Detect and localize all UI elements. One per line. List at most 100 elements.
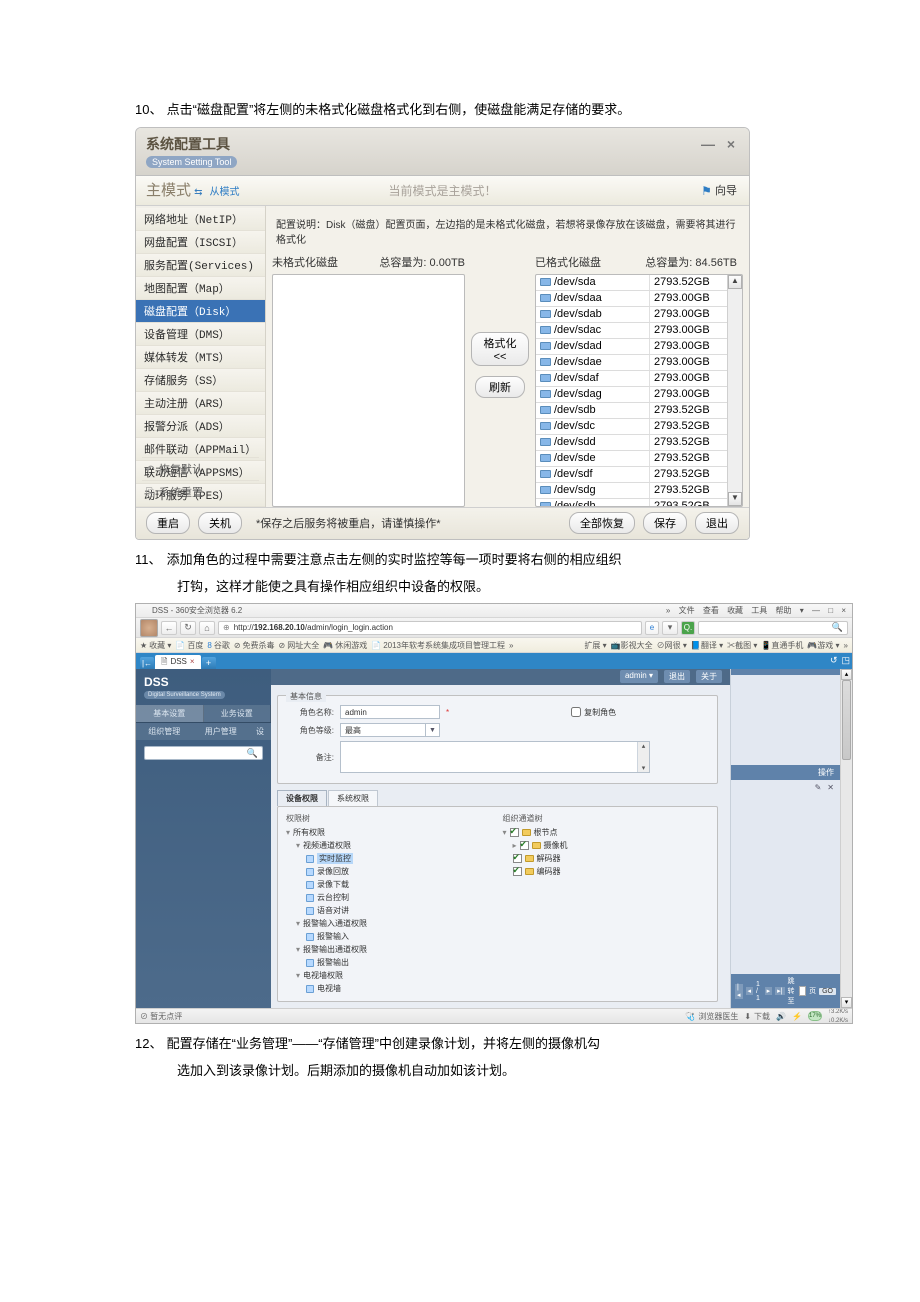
disk-row[interactable]: /dev/sde2793.52GB xyxy=(536,451,727,467)
left-sub-user[interactable]: 用户管理 xyxy=(193,723,250,740)
org-enc-checkbox[interactable] xyxy=(513,867,522,876)
exit-button[interactable]: 退出 xyxy=(695,512,739,534)
left-tab-biz[interactable]: 业务设置 xyxy=(204,705,272,722)
bm-av[interactable]: ⊘免费杀毒 xyxy=(234,640,275,651)
format-button[interactable]: 格式化<< xyxy=(471,332,529,366)
bm-proj[interactable]: 📄2013年软考系统集成项目管理工程 xyxy=(371,640,505,651)
scroll-down-button[interactable]: ▼ xyxy=(728,492,742,506)
disk-row[interactable]: /dev/sda2793.52GB xyxy=(536,275,727,291)
pager-input[interactable] xyxy=(799,986,806,996)
formatted-disk-list[interactable]: /dev/sda2793.52GB/dev/sdaa2793.00GB/dev/… xyxy=(535,274,743,507)
refresh-button[interactable]: 刷新 xyxy=(475,376,525,398)
sidebar-item-7[interactable]: 存储服务（SS） xyxy=(136,369,265,392)
copy-role-checkbox[interactable]: 复制角色 xyxy=(571,707,616,718)
bm-urls[interactable]: ⊘网址大全 xyxy=(279,640,320,651)
perm-tree[interactable]: ▾所有权限 ▾视频通道权限 实时监控 录像回放 录像下载 云台控制 语音对讲 ▾… xyxy=(286,826,493,995)
role-name-input[interactable]: admin xyxy=(340,705,440,719)
sidebar-item-2[interactable]: 服务配置(Services) xyxy=(136,254,265,277)
tab-restore-icon[interactable]: ↺ xyxy=(830,655,838,666)
status-accel-icon[interactable]: ⚡ xyxy=(792,1012,802,1021)
sidebar-item-4[interactable]: 磁盘配置（Disk） xyxy=(136,300,265,323)
pager-last[interactable]: ▸| xyxy=(775,987,784,995)
browser-tab-dss[interactable]: 🗎 DSS × xyxy=(155,655,201,669)
restore-all-button[interactable]: 全部恢复 xyxy=(569,512,635,534)
org-cam-checkbox[interactable] xyxy=(520,841,529,850)
menu-fav[interactable]: 收藏 xyxy=(727,606,743,615)
window-close-button[interactable]: × xyxy=(727,136,735,152)
disk-row[interactable]: /dev/sdg2793.52GB xyxy=(536,483,727,499)
save-button[interactable]: 保存 xyxy=(643,512,687,534)
reboot-button[interactable]: 重启 xyxy=(146,512,190,534)
disk-row[interactable]: /dev/sdag2793.00GB xyxy=(536,387,727,403)
bm-mov[interactable]: 📺影视大全 xyxy=(611,640,653,651)
bm-google[interactable]: 8谷歌 xyxy=(207,640,229,651)
pager-next[interactable]: ▸ xyxy=(765,987,773,995)
status-cpu-pct[interactable]: 17% xyxy=(808,1011,822,1021)
role-level-select[interactable]: 最高 ▼ xyxy=(340,723,440,737)
tab-add-button[interactable]: + xyxy=(202,657,216,669)
perm-live-item[interactable]: 实时监控 xyxy=(317,853,353,864)
disk-row[interactable]: /dev/sdh2793.52GB xyxy=(536,499,727,507)
disk-row[interactable]: /dev/sdd2793.52GB xyxy=(536,435,727,451)
restore-default-link[interactable]: ↶恢复默认 xyxy=(142,457,259,480)
top-admin-chip[interactable]: admin ▾ xyxy=(620,670,658,683)
ta-down-icon[interactable]: ▾ xyxy=(638,764,649,772)
disk-row[interactable]: /dev/sdab2793.00GB xyxy=(536,307,727,323)
org-dec-checkbox[interactable] xyxy=(513,854,522,863)
bm-mobile[interactable]: 📱直通手机 xyxy=(761,640,803,651)
bm-tr[interactable]: 📘翻译 ▾ xyxy=(691,640,723,651)
bm-games[interactable]: 🎮休闲游戏 xyxy=(323,640,367,651)
menu-more[interactable]: ▾ xyxy=(800,606,804,615)
status-download[interactable]: ⬇下载 xyxy=(744,1011,770,1022)
menu-max[interactable]: □ xyxy=(828,606,833,615)
disk-list-scrollbar[interactable]: ▲ ▼ xyxy=(727,275,742,506)
system-reset-link[interactable]: ⎘系统重置 xyxy=(142,480,259,503)
left-tab-basic[interactable]: 基本设置 xyxy=(136,705,204,722)
menu-close[interactable]: × xyxy=(841,606,846,615)
nav-back-button[interactable]: ← xyxy=(161,621,177,635)
disk-row[interactable]: /dev/sdaa2793.00GB xyxy=(536,291,727,307)
bm-cap[interactable]: ✂截图 ▾ xyxy=(727,640,757,651)
menu-file[interactable]: 文件 xyxy=(679,606,695,615)
disk-row[interactable]: /dev/sdc2793.52GB xyxy=(536,419,727,435)
org-tree[interactable]: ▾根节点 ▸摄像机 解码器 编码器 xyxy=(503,826,710,878)
row-delete-button[interactable]: ✕ xyxy=(827,783,834,792)
bm-fav[interactable]: ★收藏 ▾ xyxy=(140,640,171,651)
disk-row[interactable]: /dev/sdf2793.52GB xyxy=(536,467,727,483)
sidebar-item-3[interactable]: 地图配置（Map） xyxy=(136,277,265,300)
status-doctor[interactable]: 🩺浏览器医生 xyxy=(685,1011,738,1022)
sidebar-item-5[interactable]: 设备管理（DMS） xyxy=(136,323,265,346)
nav-reload-button[interactable]: ↻ xyxy=(180,621,196,635)
tab-close-icon[interactable]: × xyxy=(190,655,195,669)
tab-system-perm[interactable]: 系统权限 xyxy=(328,790,378,806)
wizard-link[interactable]: ⚑ 向导 xyxy=(701,176,737,206)
disk-row[interactable]: /dev/sdae2793.00GB xyxy=(536,355,727,371)
bm-baidu[interactable]: 📄百度 xyxy=(175,640,203,651)
menu-help[interactable]: 帮助 xyxy=(776,606,792,615)
copy-role-checkbox-input[interactable] xyxy=(571,707,581,717)
sidebar-item-0[interactable]: 网络地址（NetIP） xyxy=(136,208,265,231)
menu-min[interactable]: — xyxy=(812,606,820,615)
window-minimize-button[interactable]: — xyxy=(701,136,715,152)
page-scroll-down[interactable]: ▾ xyxy=(841,997,852,1008)
sidebar-item-1[interactable]: 网盘配置（ISCSI） xyxy=(136,231,265,254)
left-search-input[interactable]: 🔍 xyxy=(144,746,263,760)
disk-row[interactable]: /dev/sdad2793.00GB xyxy=(536,339,727,355)
menu-tools[interactable]: 工具 xyxy=(751,606,767,615)
row-edit-button[interactable]: ✎ xyxy=(815,783,822,792)
pager-prev[interactable]: ◂ xyxy=(746,987,754,995)
disk-row[interactable]: /dev/sdb2793.52GB xyxy=(536,403,727,419)
top-logout-chip[interactable]: 退出 xyxy=(664,670,690,683)
remark-textarea[interactable]: ▴▾ xyxy=(340,741,650,773)
page-scroll-thumb[interactable] xyxy=(842,680,851,760)
menu-view[interactable]: 查看 xyxy=(703,606,719,615)
go-button[interactable]: Q. xyxy=(681,621,695,635)
shutdown-button[interactable]: 关机 xyxy=(198,512,242,534)
org-root-checkbox[interactable] xyxy=(510,828,519,837)
avatar-icon[interactable] xyxy=(140,619,158,637)
sidebar-item-8[interactable]: 主动注册（ARS） xyxy=(136,392,265,415)
unformatted-disk-list[interactable] xyxy=(272,274,465,507)
top-about-chip[interactable]: 关于 xyxy=(696,670,722,683)
tab-device-perm[interactable]: 设备权限 xyxy=(277,790,327,806)
status-sound-icon[interactable]: 🔊 xyxy=(776,1012,786,1021)
